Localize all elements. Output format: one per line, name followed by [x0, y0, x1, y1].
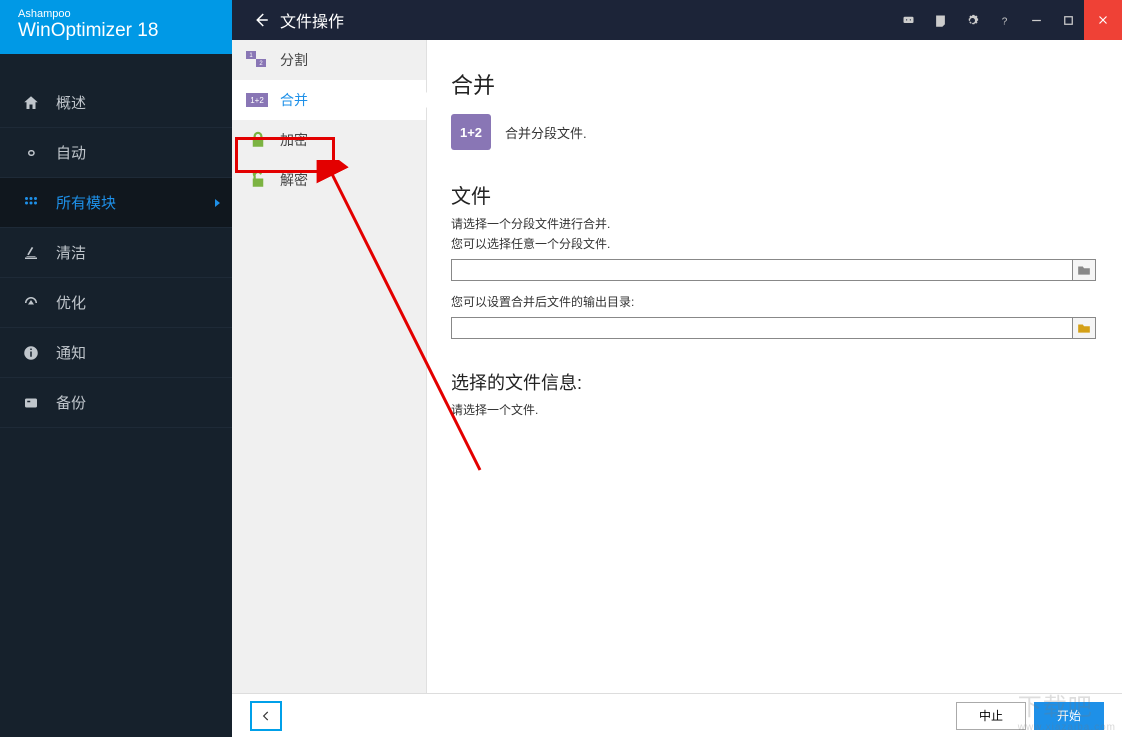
- nav-notify[interactable]: 通知: [0, 328, 232, 378]
- subnav-split[interactable]: 12 分割: [232, 40, 426, 80]
- brand-small: Ashampoo: [18, 8, 214, 20]
- brand-big: WinOptimizer 18: [18, 20, 214, 42]
- nav-clean[interactable]: 清洁: [0, 228, 232, 278]
- titlebar-title: 文件操作: [280, 8, 892, 32]
- broom-icon: [20, 242, 42, 264]
- merge-icon: 1+2: [246, 90, 270, 110]
- nav-backup[interactable]: 备份: [0, 378, 232, 428]
- file-hint-2: 您可以选择任意一个分段文件.: [451, 235, 1096, 253]
- nav-label: 备份: [56, 392, 86, 413]
- nav-auto[interactable]: 自动: [0, 128, 232, 178]
- subnav-decrypt[interactable]: 解密: [232, 160, 426, 200]
- output-input[interactable]: [451, 317, 1072, 339]
- help-icon[interactable]: ?: [988, 0, 1020, 40]
- nav-label: 通知: [56, 342, 86, 363]
- brand-header: Ashampoo WinOptimizer 18: [0, 0, 232, 54]
- grid-icon: [20, 192, 42, 214]
- nav-label: 所有模块: [56, 192, 116, 213]
- file-input[interactable]: [451, 259, 1072, 281]
- browse-output-button[interactable]: [1072, 317, 1096, 339]
- titlebar-back-icon[interactable]: [252, 11, 270, 29]
- info-icon: [20, 342, 42, 364]
- main-desc: 合并分段文件.: [505, 123, 587, 142]
- file-section-title: 文件: [451, 180, 1096, 209]
- info-title: 选择的文件信息:: [451, 369, 1096, 395]
- subnav-merge[interactable]: 1+2 合并: [232, 80, 426, 120]
- nav-modules[interactable]: 所有模块: [0, 178, 232, 228]
- info-hint: 请选择一个文件.: [451, 401, 1096, 419]
- footer-back-button[interactable]: [250, 701, 282, 731]
- svg-text:1+2: 1+2: [250, 96, 264, 105]
- svg-text:?: ?: [1001, 16, 1007, 27]
- home-icon: [20, 92, 42, 114]
- link-icon: [20, 142, 42, 164]
- nav-label: 概述: [56, 92, 86, 113]
- split-icon: 12: [246, 50, 270, 70]
- file-hint-1: 请选择一个分段文件进行合并.: [451, 215, 1096, 233]
- backup-icon: [20, 392, 42, 414]
- subnav-label: 加密: [280, 130, 308, 150]
- output-hint: 您可以设置合并后文件的输出目录:: [451, 293, 1096, 311]
- nav-optimize[interactable]: 优化: [0, 278, 232, 328]
- gauge-icon: [20, 292, 42, 314]
- maximize-icon[interactable]: [1052, 0, 1084, 40]
- nav-overview[interactable]: 概述: [0, 78, 232, 128]
- browse-file-button[interactable]: [1072, 259, 1096, 281]
- subnav-label: 合并: [280, 90, 308, 110]
- close-icon[interactable]: [1084, 0, 1122, 40]
- settings-icon[interactable]: [956, 0, 988, 40]
- subnav-label: 解密: [280, 170, 308, 190]
- merge-badge-icon: 1+2: [451, 114, 491, 150]
- nav-label: 清洁: [56, 242, 86, 263]
- feedback-icon[interactable]: [892, 0, 924, 40]
- nav-label: 优化: [56, 292, 86, 313]
- lock-icon: [246, 130, 270, 150]
- nav-label: 自动: [56, 142, 86, 163]
- subnav-label: 分割: [280, 50, 308, 70]
- abort-button[interactable]: 中止: [956, 702, 1026, 730]
- subnav-encrypt[interactable]: 加密: [232, 120, 426, 160]
- start-button[interactable]: 开始: [1034, 702, 1104, 730]
- unlock-icon: [246, 170, 270, 190]
- minimize-icon[interactable]: [1020, 0, 1052, 40]
- main-heading: 合并: [451, 68, 1096, 100]
- note-icon[interactable]: [924, 0, 956, 40]
